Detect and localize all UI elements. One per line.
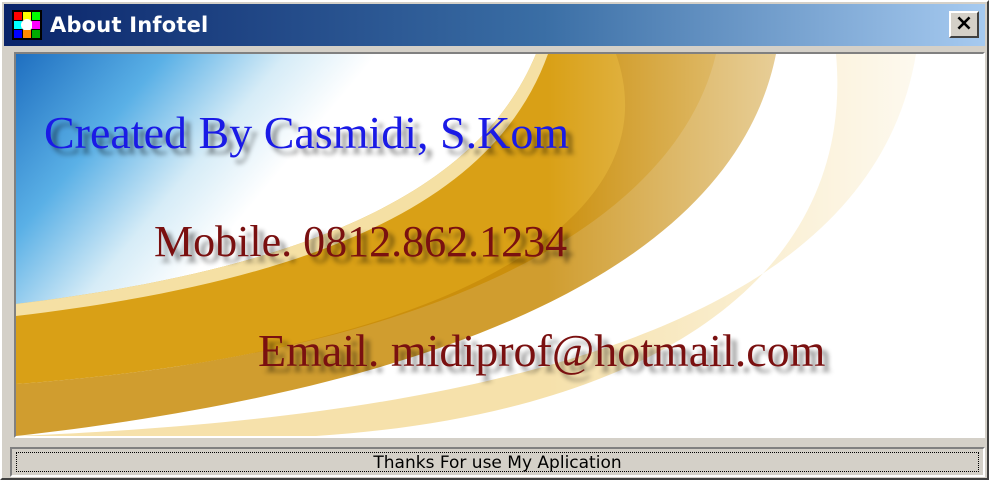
close-icon: × <box>954 11 974 36</box>
banner-panel: Created By Casmidi, S.Kom Mobile. 0812.8… <box>14 52 985 438</box>
status-bar: Thanks For use My Aplication <box>10 447 985 477</box>
app-logo-icon <box>12 10 42 40</box>
window-title: About Infotel <box>50 13 209 37</box>
close-button[interactable]: × <box>949 11 979 38</box>
created-by-text: Created By Casmidi, S.Kom <box>44 107 570 158</box>
title-bar[interactable]: About Infotel × <box>4 4 985 46</box>
about-dialog: About Infotel × Created By Casmidi, S.Ko… <box>0 0 989 480</box>
status-text: Thanks For use My Aplication <box>16 452 979 473</box>
email-text: Email. midiprof@hotmail.com <box>258 325 826 376</box>
mobile-text: Mobile. 0812.862.1234 <box>154 217 568 266</box>
